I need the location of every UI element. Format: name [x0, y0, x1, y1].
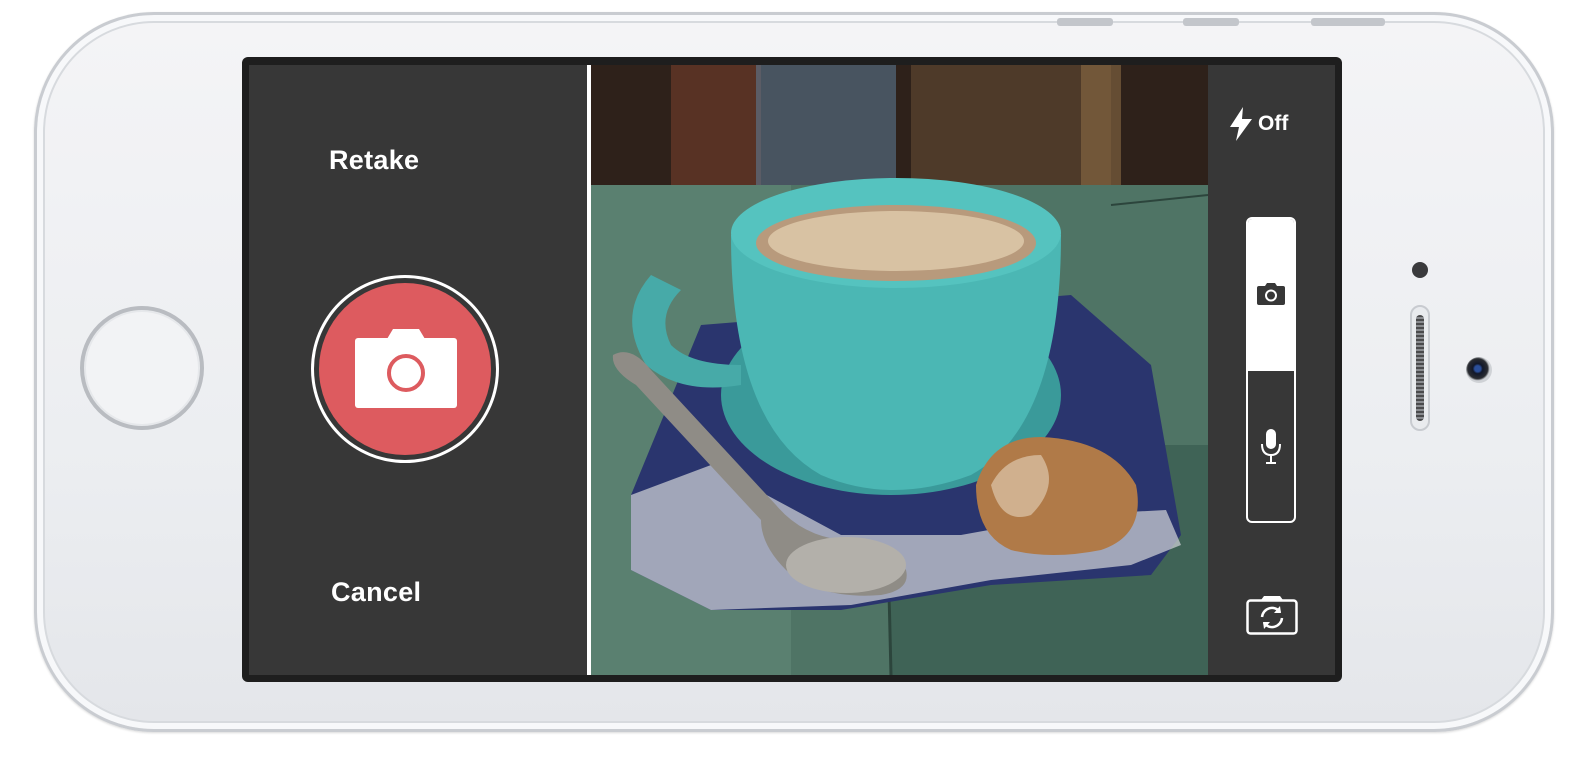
front-camera: [1412, 262, 1428, 278]
camera-switch-icon[interactable]: [1246, 595, 1298, 635]
capture-mode-toggle[interactable]: [1246, 217, 1296, 523]
camera-icon: [355, 329, 457, 408]
viewfinder-scene: [591, 65, 1208, 675]
silent-switch: [1311, 18, 1385, 26]
right-control-panel: Off: [1208, 65, 1335, 675]
volume-up-button: [1057, 18, 1113, 26]
camera-icon[interactable]: [1257, 283, 1285, 305]
flash-status: Off: [1258, 112, 1289, 135]
volume-down-button: [1183, 18, 1239, 26]
cancel-button[interactable]: Cancel: [331, 577, 421, 608]
left-control-panel: Retake Cancel: [249, 65, 587, 675]
shutter-button[interactable]: [311, 275, 499, 463]
screen: Retake Cancel Off: [242, 57, 1342, 682]
lightning-bolt-icon: [1230, 107, 1252, 141]
home-button[interactable]: [80, 306, 204, 430]
proximity-sensor: [1466, 357, 1492, 383]
flash-toggle[interactable]: Off: [1230, 107, 1288, 141]
viewfinder-image[interactable]: [591, 65, 1208, 675]
retake-button[interactable]: Retake: [329, 145, 419, 176]
microphone-icon[interactable]: [1261, 429, 1281, 465]
shutter-face: [319, 283, 491, 455]
earpiece-speaker: [1410, 305, 1430, 431]
